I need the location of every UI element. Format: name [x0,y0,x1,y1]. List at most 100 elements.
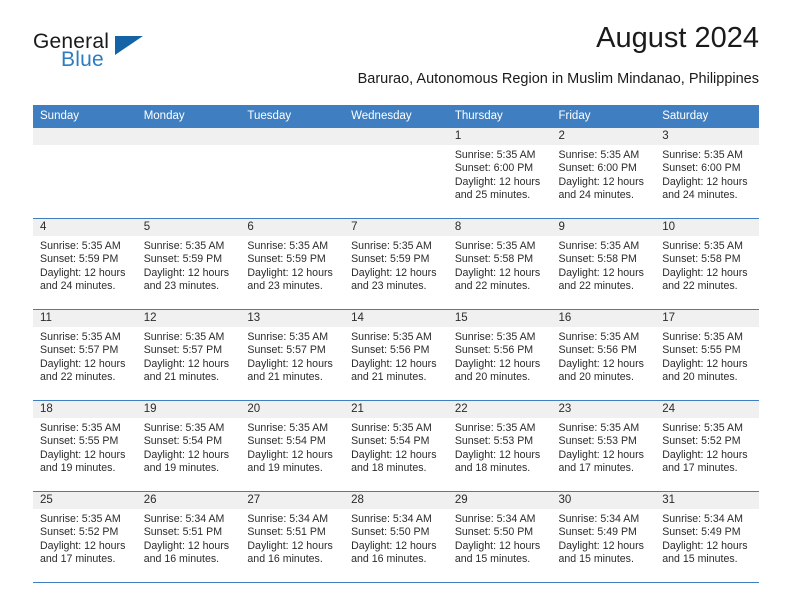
calendar-day-cell[interactable]: 5 Sunrise: 5:35 AM Sunset: 5:59 PM Daylight… [136,218,241,310]
day-cell-inner: 26 Sunrise: 5:34 AM Sunset: 5:51 PM Dayligh… [136,492,241,582]
day-details: Sunrise: 5:35 AM Sunset: 5:58 PM Daylight:… [448,236,552,293]
calendar-day-cell[interactable]: 8 Sunrise: 5:35 AM Sunset: 5:58 PM Daylight… [447,218,552,310]
page-title: August 2024 [596,22,759,54]
calendar-day-cell[interactable]: 10 Sunrise: 5:35 AM Sunset: 5:58 PM Dayligh… [655,218,759,310]
day-number: 19 [136,401,241,418]
page-header: General Blue August 2024 Barurao, Autono… [33,22,759,100]
daylight-line: Daylight: 12 hours [351,539,437,552]
calendar-day-cell[interactable]: 24 Sunrise: 5:35 AM Sunset: 5:52 PM Dayligh… [655,400,759,492]
calendar-day-cell[interactable]: 18 Sunrise: 5:35 AM Sunset: 5:55 PM Dayligh… [33,400,137,492]
sunrise-line: Sunrise: 5:34 AM [351,513,432,525]
weekday-header-monday: Monday [136,105,241,128]
sunrise-line: Sunrise: 5:35 AM [40,422,121,434]
day-number: 4 [33,219,137,236]
sunrise-line: Sunrise: 5:35 AM [662,331,743,343]
daylight-line: Daylight: 12 hours [662,175,748,188]
calendar-week-row: 18 Sunrise: 5:35 AM Sunset: 5:55 PM Dayligh… [33,400,759,492]
sunset-line: Sunset: 5:55 PM [662,344,741,357]
sunrise-line: Sunrise: 5:35 AM [558,331,640,343]
daylight-line: Daylight: 12 hours [454,539,541,552]
daylight-line-cont: and 15 minutes. [558,552,634,565]
sunset-line: Sunset: 5:50 PM [351,526,430,539]
calendar-day-cell[interactable]: 14 Sunrise: 5:35 AM Sunset: 5:56 PM Dayligh… [344,309,448,401]
general-blue-logo[interactable]: General Blue [33,30,233,78]
day-details: Sunrise: 5:35 AM Sunset: 6:00 PM Daylight:… [552,145,656,202]
calendar-week-row: 1 Sunrise: 5:35 AM Sunset: 6:00 PM Daylight… [33,127,759,219]
day-cell-inner: 24 Sunrise: 5:35 AM Sunset: 5:52 PM Dayligh… [655,401,759,491]
sunrise-line: Sunrise: 5:35 AM [662,240,743,252]
day-cell-inner: 10 Sunrise: 5:35 AM Sunset: 5:58 PM Dayligh… [655,219,759,309]
calendar-day-cell[interactable]: 25 Sunrise: 5:35 AM Sunset: 5:52 PM Dayligh… [33,491,137,583]
calendar-day-cell[interactable]: 12 Sunrise: 5:35 AM Sunset: 5:57 PM Dayligh… [136,309,241,401]
day-cell-inner: 2 Sunrise: 5:35 AM Sunset: 6:00 PM Daylight… [551,128,656,218]
calendar-day-cell[interactable]: 31 Sunrise: 5:34 AM Sunset: 5:49 PM Dayligh… [655,491,759,583]
calendar-day-cell[interactable]: 22 Sunrise: 5:35 AM Sunset: 5:53 PM Dayligh… [447,400,552,492]
sunrise-line: Sunrise: 5:35 AM [143,331,225,343]
daylight-line-cont: and 20 minutes. [558,370,634,383]
daylight-line-cont: and 16 minutes. [143,552,220,565]
daylight-line: Daylight: 12 hours [40,357,126,370]
daylight-line: Daylight: 12 hours [558,266,644,279]
daylight-line-cont: and 19 minutes. [247,461,323,474]
sunset-line: Sunset: 5:54 PM [351,435,430,448]
calendar-day-cell[interactable]: 16 Sunrise: 5:35 AM Sunset: 5:56 PM Dayligh… [551,309,656,401]
calendar-day-cell[interactable]: 28 Sunrise: 5:34 AM Sunset: 5:50 PM Dayligh… [344,491,448,583]
day-cell-inner: 20 Sunrise: 5:35 AM Sunset: 5:54 PM Dayligh… [240,401,345,491]
day-details: Sunrise: 5:35 AM Sunset: 6:00 PM Daylight:… [655,145,759,202]
day-details: Sunrise: 5:34 AM Sunset: 5:49 PM Daylight:… [655,509,759,566]
calendar-day-cell[interactable]: 11 Sunrise: 5:35 AM Sunset: 5:57 PM Dayligh… [33,309,137,401]
calendar-day-cell[interactable]: 13 Sunrise: 5:35 AM Sunset: 5:57 PM Dayligh… [240,309,345,401]
daylight-line: Daylight: 12 hours [351,266,437,279]
calendar-day-cell[interactable]: 1 Sunrise: 5:35 AM Sunset: 6:00 PM Daylight… [447,127,552,219]
sunset-line: Sunset: 6:00 PM [662,162,741,175]
calendar-day-cell[interactable]: 29 Sunrise: 5:34 AM Sunset: 5:50 PM Dayligh… [447,491,552,583]
calendar-day-cell[interactable]: 4 Sunrise: 5:35 AM Sunset: 5:59 PM Daylight… [33,218,137,310]
daylight-line-cont: and 24 minutes. [40,279,116,292]
calendar-day-cell[interactable]: 2 Sunrise: 5:35 AM Sunset: 6:00 PM Daylight… [551,127,656,219]
calendar-day-cell[interactable]: 6 Sunrise: 5:35 AM Sunset: 5:59 PM Daylight… [240,218,345,310]
day-details: Sunrise: 5:34 AM Sunset: 5:51 PM Daylight:… [137,509,241,566]
daylight-line: Daylight: 12 hours [247,357,333,370]
day-details: Sunrise: 5:34 AM Sunset: 5:51 PM Daylight:… [240,509,344,566]
calendar-day-cell[interactable]: 26 Sunrise: 5:34 AM Sunset: 5:51 PM Dayligh… [136,491,241,583]
day-number: 17 [655,310,759,327]
day-cell-inner: 21 Sunrise: 5:35 AM Sunset: 5:54 PM Dayligh… [344,401,448,491]
day-number: 16 [551,310,656,327]
calendar-day-cell[interactable]: 20 Sunrise: 5:35 AM Sunset: 5:54 PM Dayligh… [240,400,345,492]
daylight-line-cont: and 17 minutes. [662,461,738,474]
day-number: 23 [551,401,656,418]
daylight-line: Daylight: 12 hours [558,539,644,552]
calendar-day-cell[interactable]: 3 Sunrise: 5:35 AM Sunset: 6:00 PM Daylight… [655,127,759,219]
daylight-line-cont: and 22 minutes. [454,279,531,292]
day-cell-inner: 23 Sunrise: 5:35 AM Sunset: 5:53 PM Dayligh… [551,401,656,491]
daylight-line: Daylight: 12 hours [40,448,126,461]
calendar-day-cell[interactable]: 30 Sunrise: 5:34 AM Sunset: 5:49 PM Dayligh… [551,491,656,583]
day-cell-inner: 27 Sunrise: 5:34 AM Sunset: 5:51 PM Dayligh… [240,492,345,582]
calendar-day-cell[interactable]: 9 Sunrise: 5:35 AM Sunset: 5:58 PM Daylight… [551,218,656,310]
sunset-line: Sunset: 5:57 PM [143,344,223,357]
calendar-day-cell[interactable]: 21 Sunrise: 5:35 AM Sunset: 5:54 PM Dayligh… [344,400,448,492]
calendar-day-cell[interactable]: 7 Sunrise: 5:35 AM Sunset: 5:59 PM Daylight… [344,218,448,310]
daylight-line-cont: and 21 minutes. [351,370,427,383]
day-cell-inner: 30 Sunrise: 5:34 AM Sunset: 5:49 PM Dayligh… [551,492,656,582]
daylight-line: Daylight: 12 hours [662,357,748,370]
sunset-line: Sunset: 5:57 PM [247,344,326,357]
calendar-day-cell[interactable]: 15 Sunrise: 5:35 AM Sunset: 5:56 PM Dayligh… [447,309,552,401]
daylight-line: Daylight: 12 hours [143,448,230,461]
calendar-day-cell[interactable]: 27 Sunrise: 5:34 AM Sunset: 5:51 PM Dayligh… [240,491,345,583]
day-number: 11 [33,310,137,327]
calendar-day-cell[interactable]: 17 Sunrise: 5:35 AM Sunset: 5:55 PM Dayligh… [655,309,759,401]
sunrise-line: Sunrise: 5:34 AM [558,513,640,525]
day-cell-inner: 3 Sunrise: 5:35 AM Sunset: 6:00 PM Daylight… [655,128,759,218]
day-number: 5 [136,219,241,236]
sunrise-line: Sunrise: 5:35 AM [247,331,329,343]
day-number: 9 [551,219,656,236]
day-number: 21 [344,401,448,418]
daylight-line: Daylight: 12 hours [143,266,230,279]
calendar-day-cell[interactable]: 19 Sunrise: 5:35 AM Sunset: 5:54 PM Dayligh… [136,400,241,492]
day-details: Sunrise: 5:34 AM Sunset: 5:49 PM Daylight:… [552,509,656,566]
daylight-line-cont: and 23 minutes. [247,279,323,292]
sunrise-line: Sunrise: 5:35 AM [40,240,121,252]
daylight-line-cont: and 17 minutes. [558,461,634,474]
calendar-day-cell[interactable]: 23 Sunrise: 5:35 AM Sunset: 5:53 PM Dayligh… [551,400,656,492]
